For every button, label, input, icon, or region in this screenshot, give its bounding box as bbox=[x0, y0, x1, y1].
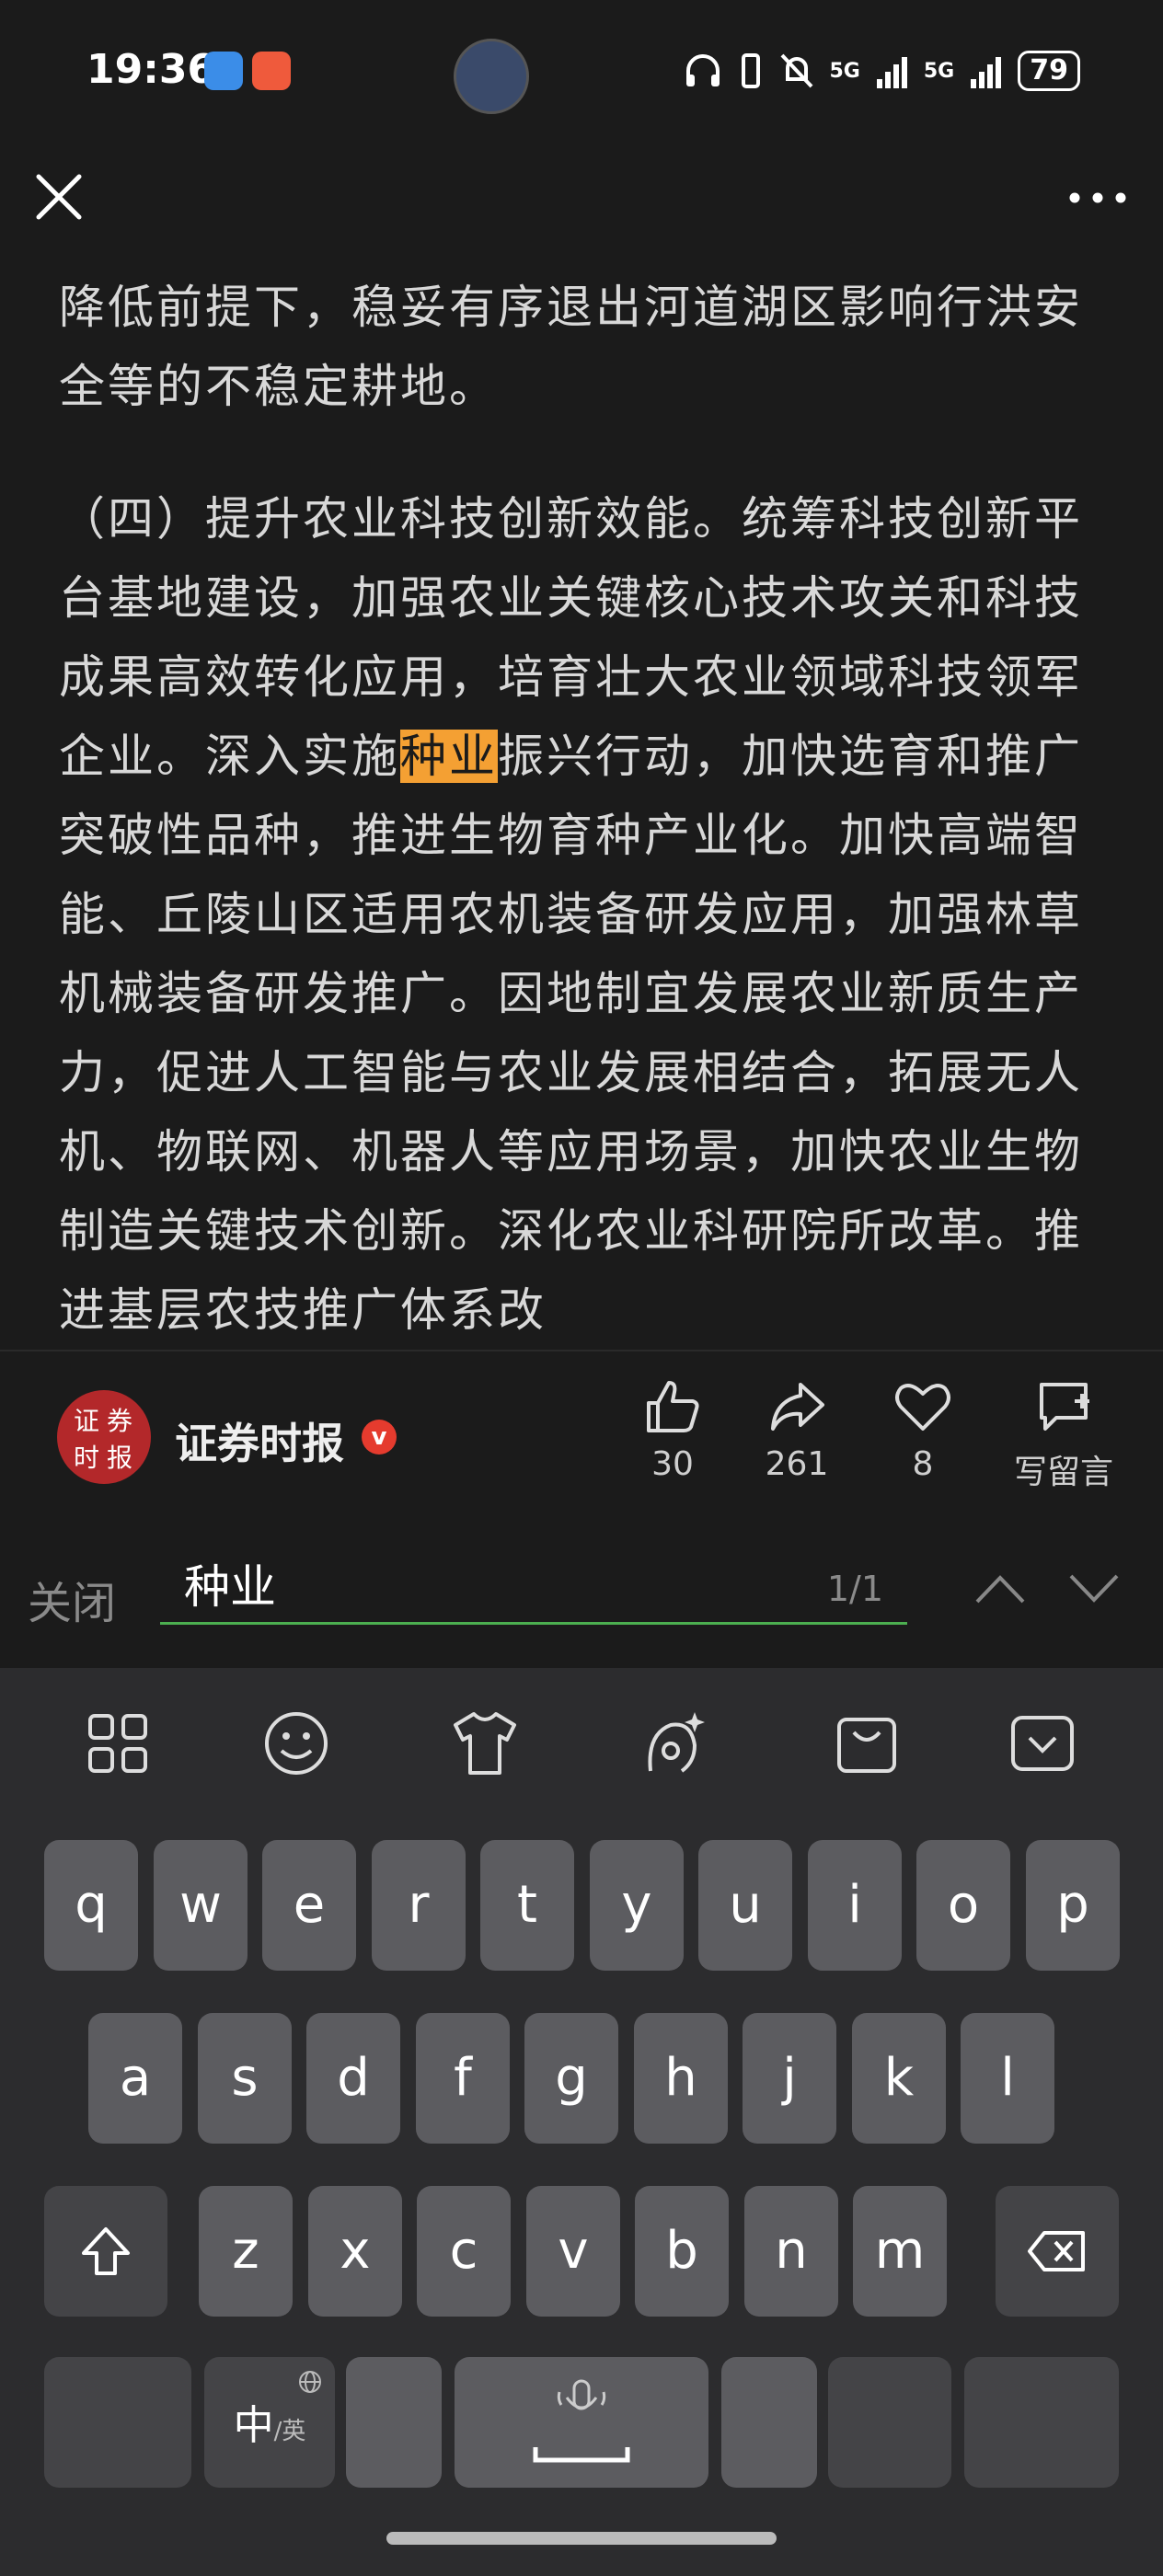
find-in-page-bar: 关闭 种业 1/1 bbox=[0, 1521, 1163, 1668]
key-q[interactable]: q bbox=[44, 1840, 138, 1971]
key-s[interactable]: s bbox=[198, 2013, 292, 2144]
favorite-button[interactable]: 8 bbox=[863, 1377, 983, 1483]
heart-icon bbox=[895, 1384, 950, 1431]
search-highlight: 种业 bbox=[400, 730, 498, 783]
key-l[interactable]: l bbox=[961, 2013, 1054, 2144]
key-x[interactable]: x bbox=[308, 2186, 402, 2317]
like-button[interactable]: 30 bbox=[613, 1377, 732, 1483]
key-n[interactable]: n bbox=[744, 2186, 838, 2317]
voice-space-icon bbox=[533, 2379, 630, 2463]
key-r[interactable]: r bbox=[372, 1840, 466, 1971]
comma-key[interactable] bbox=[346, 2357, 442, 2488]
skin-shirt-icon[interactable] bbox=[448, 1707, 522, 1780]
network-type-2: 5G bbox=[923, 59, 955, 83]
find-close-button[interactable]: 关闭 bbox=[28, 1567, 116, 1631]
logo-char: 时 bbox=[74, 1443, 100, 1473]
home-indicator[interactable] bbox=[386, 2532, 777, 2545]
key-j[interactable]: j bbox=[743, 2013, 836, 2144]
chevron-down-icon[interactable] bbox=[1067, 1572, 1121, 1605]
key-d[interactable]: d bbox=[306, 2013, 400, 2144]
status-bar: 19:36 5G 5G 79 bbox=[0, 0, 1163, 147]
mute-bell-icon bbox=[780, 53, 812, 88]
verified-badge: v bbox=[362, 1420, 397, 1455]
shift-key[interactable] bbox=[44, 2186, 167, 2317]
keyboard-toolbar bbox=[0, 1668, 1163, 1806]
ai-assistant-icon[interactable] bbox=[638, 1707, 711, 1780]
backspace-icon bbox=[1028, 2231, 1085, 2271]
symbols-key[interactable] bbox=[44, 2357, 191, 2488]
key-h[interactable]: h bbox=[634, 2013, 728, 2144]
key-p[interactable]: p bbox=[1026, 1840, 1120, 1971]
logo-char: 证 bbox=[74, 1406, 100, 1436]
logo-char: 券 bbox=[107, 1406, 133, 1436]
message-app-icon bbox=[252, 52, 291, 90]
share-icon bbox=[771, 1383, 824, 1431]
key-i[interactable]: i bbox=[808, 1840, 902, 1971]
key-b[interactable]: b bbox=[635, 2186, 729, 2317]
share-button[interactable]: 261 bbox=[737, 1377, 857, 1483]
floating-avatar[interactable] bbox=[454, 39, 529, 114]
shift-icon bbox=[82, 2227, 130, 2275]
comment-button[interactable]: 写留言 bbox=[999, 1377, 1128, 1493]
close-icon[interactable] bbox=[33, 171, 85, 223]
more-options-icon[interactable] bbox=[1065, 175, 1130, 221]
share-count: 261 bbox=[765, 1445, 829, 1483]
find-result-count: 1/1 bbox=[826, 1569, 883, 1609]
signal-icon-2 bbox=[971, 53, 1002, 88]
favorite-count: 8 bbox=[912, 1445, 934, 1483]
key-v[interactable]: v bbox=[526, 2186, 620, 2317]
logo-char: 报 bbox=[107, 1443, 133, 1473]
article-body: 降低前提下，稳妥有序退出河道湖区影响行洪安全等的不稳定耕地。 （四）提升农业科技… bbox=[0, 264, 1163, 1348]
network-type-1: 5G bbox=[829, 59, 860, 83]
author-name[interactable]: 证券时报 bbox=[175, 1410, 344, 1471]
key-a[interactable]: a bbox=[88, 2013, 182, 2144]
hide-keyboard-icon[interactable] bbox=[1006, 1707, 1079, 1780]
period-key[interactable] bbox=[721, 2357, 817, 2488]
key-k[interactable]: k bbox=[852, 2013, 946, 2144]
key-o[interactable]: o bbox=[916, 1840, 1010, 1971]
headphones-icon bbox=[685, 54, 720, 86]
enter-key[interactable] bbox=[964, 2357, 1119, 2488]
paragraph-text: 振兴行动，加快选育和推广突破性品种，推进生物育种产业化。加快高端智能、丘陵山区适… bbox=[59, 730, 1083, 1337]
apps-grid-icon[interactable] bbox=[81, 1707, 155, 1780]
status-icons: 5G 5G 79 bbox=[685, 46, 1080, 96]
lang-main: 中 bbox=[233, 2402, 274, 2449]
status-time: 19:36 bbox=[86, 46, 216, 93]
key-c[interactable]: c bbox=[417, 2186, 511, 2317]
lang-sub: /英 bbox=[273, 2418, 306, 2445]
key-e[interactable]: e bbox=[262, 1840, 356, 1971]
battery-icon: 79 bbox=[1018, 51, 1080, 91]
chevron-up-icon[interactable] bbox=[973, 1572, 1027, 1605]
article-paragraph: （四）提升农业科技创新效能。统筹科技创新平台基地建设，加强农业关键核心技术攻关和… bbox=[59, 479, 1108, 1348]
find-input[interactable]: 种业 1/1 bbox=[160, 1554, 907, 1625]
key-z[interactable]: z bbox=[199, 2186, 293, 2317]
author-logo[interactable]: 证 券 时 报 bbox=[57, 1390, 151, 1484]
author-action-bar: 证 券 时 报 证券时报 v 30 261 8 写留言 bbox=[0, 1350, 1163, 1523]
backspace-key[interactable] bbox=[996, 2186, 1119, 2317]
weather-app-icon bbox=[204, 52, 243, 90]
key-m[interactable]: m bbox=[853, 2186, 947, 2317]
space-key[interactable] bbox=[455, 2357, 708, 2488]
emoji-icon[interactable] bbox=[259, 1707, 333, 1780]
clipboard-bag-icon[interactable] bbox=[830, 1707, 904, 1780]
like-count: 30 bbox=[651, 1445, 694, 1483]
key-f[interactable]: f bbox=[416, 2013, 510, 2144]
vibrate-icon bbox=[741, 53, 760, 88]
article-paragraph: 降低前提下，稳妥有序退出河道湖区影响行洪安全等的不稳定耕地。 bbox=[59, 281, 1083, 413]
article-topbar bbox=[0, 147, 1163, 262]
find-query: 种业 bbox=[184, 1560, 276, 1614]
key-w[interactable]: w bbox=[154, 1840, 248, 1971]
comment-label: 写留言 bbox=[1013, 1454, 1113, 1491]
key-u[interactable]: u bbox=[698, 1840, 792, 1971]
thumbs-up-icon bbox=[647, 1381, 699, 1432]
numbers-key[interactable] bbox=[828, 2357, 951, 2488]
key-g[interactable]: g bbox=[524, 2013, 618, 2144]
key-y[interactable]: y bbox=[590, 1840, 684, 1971]
language-switch-key[interactable]: 中/英 bbox=[204, 2357, 335, 2488]
key-t[interactable]: t bbox=[480, 1840, 574, 1971]
signal-icon-1 bbox=[876, 53, 907, 88]
globe-icon bbox=[299, 2371, 321, 2393]
comment-add-icon bbox=[1040, 1383, 1089, 1431]
